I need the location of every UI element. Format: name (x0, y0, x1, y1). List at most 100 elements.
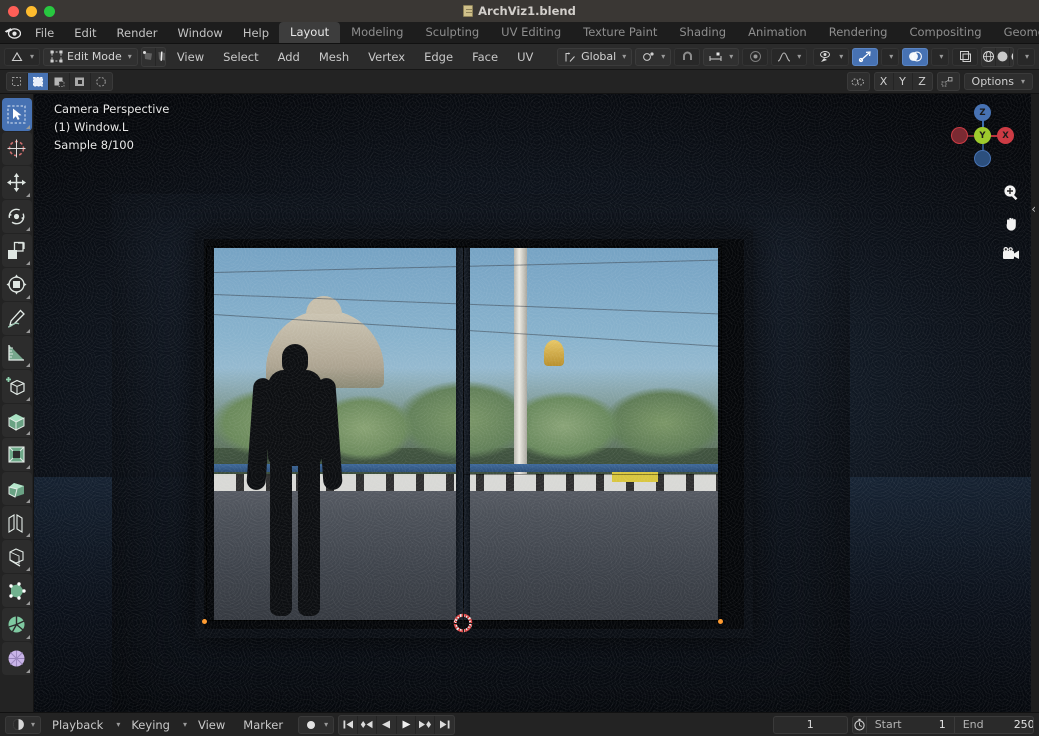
proportional-editing-toggle[interactable] (742, 48, 768, 66)
tool-annotate[interactable] (2, 302, 32, 335)
pan-view-button[interactable] (1001, 213, 1021, 233)
jump-to-next-keyframe-button[interactable] (416, 716, 435, 734)
gizmo-axis-y-positive[interactable]: Y (974, 127, 991, 144)
frame-start-field[interactable]: Start 1 (867, 716, 955, 734)
tool-tweak-select[interactable] (2, 98, 32, 131)
mirror-x-button[interactable]: X (875, 73, 894, 90)
timeline-menu-keying[interactable]: Keying (124, 716, 177, 734)
gizmo-axis-z-negative[interactable] (974, 150, 991, 167)
workspace-tab-shading[interactable]: Shading (668, 22, 737, 43)
mirror-z-button[interactable]: Z (913, 73, 932, 90)
blender-logo-icon[interactable] (4, 24, 21, 42)
tool-measure[interactable] (2, 336, 32, 369)
tool-knife[interactable] (2, 540, 32, 573)
tool-inset-faces[interactable] (2, 438, 32, 471)
viewport-menu-edge[interactable]: Edge (416, 48, 461, 66)
viewport-menu-view[interactable]: View (169, 48, 212, 66)
viewport-menu-vertex[interactable]: Vertex (360, 48, 413, 66)
shading-options-dropdown[interactable]: ▾ (1017, 48, 1035, 66)
navigation-gizmo[interactable]: Z Y X (945, 98, 1021, 174)
overlays-options-dropdown[interactable]: ▾ (931, 48, 949, 66)
gizmo-axis-x-negative[interactable] (951, 127, 968, 144)
extend-select-button[interactable] (91, 73, 112, 90)
menu-file[interactable]: File (25, 24, 64, 42)
jump-to-start-button[interactable] (339, 716, 358, 734)
play-reverse-button[interactable] (377, 716, 396, 734)
viewport-menu-select[interactable]: Select (215, 48, 266, 66)
solid-shading-button[interactable] (996, 48, 1010, 66)
tool-cursor[interactable] (2, 132, 32, 165)
circle-select-button[interactable] (49, 73, 70, 90)
topology-mirror-icon[interactable] (938, 73, 959, 90)
tool-transform[interactable] (2, 268, 32, 301)
workspace-tab-rendering[interactable]: Rendering (818, 22, 899, 43)
gizmo-options-dropdown[interactable]: ▾ (881, 48, 899, 66)
tool-add-cube[interactable] (2, 370, 32, 403)
workspace-tab-animation[interactable]: Animation (737, 22, 818, 43)
material-preview-shading-button[interactable] (1010, 48, 1014, 66)
workspace-tab-modeling[interactable]: Modeling (340, 22, 414, 43)
transform-orientation-selector[interactable]: Global ▾ (557, 48, 632, 66)
zoom-view-button[interactable] (1001, 182, 1021, 202)
menu-render[interactable]: Render (107, 24, 168, 42)
menu-help[interactable]: Help (233, 24, 279, 42)
gizmo-axis-x-positive[interactable]: X (997, 127, 1014, 144)
wireframe-shading-button[interactable] (982, 48, 996, 66)
proportional-falloff-selector[interactable]: ▾ (771, 48, 807, 66)
tool-spin[interactable] (2, 608, 32, 641)
current-frame-field[interactable]: 1 (773, 716, 848, 734)
tool-extrude-region[interactable] (2, 404, 32, 437)
tool-smooth[interactable] (2, 642, 32, 675)
stopwatch-icon[interactable] (853, 716, 867, 734)
workspace-tab-sculpting[interactable]: Sculpting (414, 22, 490, 43)
workspace-tab-compositing[interactable]: Compositing (898, 22, 992, 43)
viewport-menu-uv[interactable]: UV (509, 48, 541, 66)
camera-view-button[interactable] (1001, 244, 1021, 264)
workspace-tab-uv-editing[interactable]: UV Editing (490, 22, 572, 43)
tool-scale[interactable] (2, 234, 32, 267)
workspace-tab-layout[interactable]: Layout (279, 22, 340, 43)
box-select-button[interactable] (28, 73, 49, 90)
play-button[interactable] (397, 716, 416, 734)
timeline-menu-marker[interactable]: Marker (236, 716, 290, 734)
mode-selector[interactable]: Edit Mode ▾ (43, 48, 138, 66)
3d-viewport[interactable]: Camera Perspective (1) Window.L Sample 8… (34, 94, 1039, 712)
tool-move[interactable] (2, 166, 32, 199)
toggle-xray-button[interactable] (952, 48, 978, 66)
gizmo-toggle-button[interactable] (852, 48, 878, 66)
menu-window[interactable]: Window (167, 24, 232, 42)
gizmo-axis-z-positive[interactable]: Z (974, 104, 991, 121)
jump-to-end-button[interactable] (435, 716, 454, 734)
options-dropdown[interactable]: Options ▾ (964, 73, 1033, 90)
tool-rotate[interactable] (2, 200, 32, 233)
viewport-menu-face[interactable]: Face (464, 48, 506, 66)
lasso-select-button[interactable] (70, 73, 91, 90)
tool-bevel[interactable] (2, 472, 32, 505)
proportional-editing-icon[interactable] (848, 73, 869, 90)
menu-edit[interactable]: Edit (64, 24, 106, 42)
viewport-menu-add[interactable]: Add (270, 48, 308, 66)
viewport-menu-mesh[interactable]: Mesh (311, 48, 357, 66)
overlays-toggle-button[interactable] (902, 48, 928, 66)
jump-to-prev-keyframe-button[interactable] (358, 716, 377, 734)
tweak-select-button[interactable] (7, 73, 28, 90)
timeline-menu-playback[interactable]: Playback (45, 716, 110, 734)
frame-end-field[interactable]: End 250 (955, 716, 1034, 734)
vertex-select-mode-button[interactable] (142, 48, 156, 66)
snap-toggle-button[interactable] (674, 48, 700, 66)
timeline-editor-type-selector[interactable]: ▾ (5, 716, 41, 734)
mirror-y-button[interactable]: Y (894, 73, 913, 90)
tool-poly-build[interactable] (2, 574, 32, 607)
auto-keying-toggle[interactable]: ▾ (298, 716, 334, 734)
visibility-selector[interactable]: ▾ (813, 48, 849, 66)
tool-loop-cut[interactable] (2, 506, 32, 539)
viewport-nav-buttons (1001, 182, 1021, 264)
workspace-tab-geometry-nodes[interactable]: Geometry Nodes (993, 22, 1039, 43)
transform-pivot-selector[interactable]: ▾ (635, 48, 671, 66)
sidebar-toggle-icon[interactable]: ‹ (1031, 202, 1036, 216)
edge-select-mode-button[interactable] (156, 48, 166, 66)
snap-target-selector[interactable]: ▾ (703, 48, 739, 66)
timeline-menu-view[interactable]: View (191, 716, 232, 734)
workspace-tab-texture-paint[interactable]: Texture Paint (572, 22, 668, 43)
editor-type-selector[interactable]: ▾ (4, 48, 40, 66)
